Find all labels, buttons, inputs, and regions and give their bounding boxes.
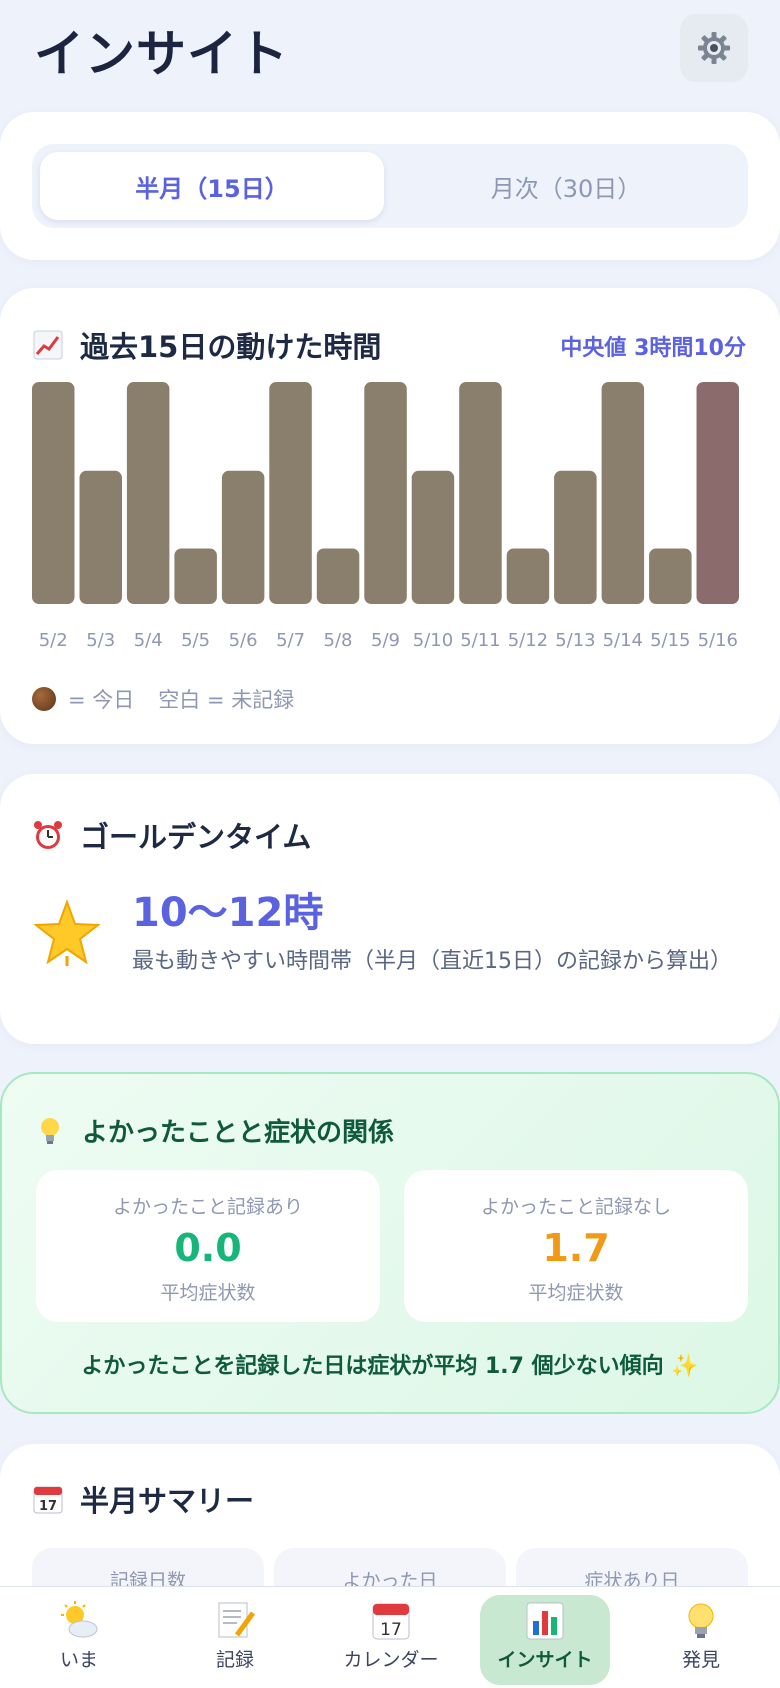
star-icon <box>33 899 101 966</box>
light-bulb-icon <box>688 1603 714 1638</box>
stat-with-value: 0.0 <box>174 1226 242 1270</box>
summary-title: 17 半月サマリー <box>32 1478 254 1520</box>
good-things-card: よかったことと症状の関係 よかったこと記録あり 0.0 平均症状数 よかったこと… <box>0 1072 780 1414</box>
legend-today: = 今日 <box>68 688 135 712</box>
settings-button[interactable] <box>680 14 748 82</box>
chart-bar-5/6 <box>221 470 265 604</box>
chart-bar-5/15 <box>649 548 692 604</box>
period-card: 半月（15日） 月次（30日） <box>0 112 780 260</box>
tab-monthly[interactable]: 月次（30日） <box>394 152 738 220</box>
tab-insight[interactable]: インサイト <box>480 1595 610 1685</box>
chart-tick-label: 5/14 <box>603 630 643 651</box>
tab-discover-label: 発見 <box>681 1649 720 1671</box>
activity-title-text: 過去15日の動けた時間 <box>80 330 382 364</box>
chart-tick-label: 5/8 <box>324 630 353 651</box>
tab-now[interactable]: いま <box>14 1595 144 1685</box>
chart-tick-label: 5/13 <box>555 630 595 651</box>
chart-tick-label: 5/16 <box>698 630 738 651</box>
chart-tick-label: 5/6 <box>229 630 258 651</box>
chart-bar-5/10 <box>411 470 455 604</box>
golden-time-description: 最も動きやすい時間帯（半月（直近15日）の記録から算出） <box>132 949 732 974</box>
chart-bar-5/13 <box>554 470 597 604</box>
chart-bar-5/16 <box>696 382 739 604</box>
chart-bar-5/4 <box>126 382 170 604</box>
chart-tick-label: 5/3 <box>86 630 115 651</box>
page-title: インサイト <box>34 25 289 83</box>
chart-tick-label: 5/12 <box>508 630 548 651</box>
chart-tick-label: 5/5 <box>181 630 210 651</box>
calendar-icon: 17 <box>372 1603 410 1640</box>
activity-card: 過去15日の動けた時間 中央値 3時間10分 5/2 5/3 5/4 5/5 5/6 5/… <box>0 288 780 744</box>
good-things-title: よかったことと症状の関係 <box>34 1112 394 1149</box>
calendar-icon: 17 <box>32 1483 64 1515</box>
tab-calendar[interactable]: 17 カレンダー <box>326 1595 456 1685</box>
chart-tick-label: 5/9 <box>371 630 400 651</box>
tab-calendar-label: カレンダー <box>343 1649 439 1671</box>
tab-insight-label: インサイト <box>497 1649 593 1671</box>
chart-increasing-icon <box>32 329 64 361</box>
bottom-tab-bar: いま 記録 17 カレンダー インサイト 発見 <box>0 1586 780 1688</box>
gear-icon <box>698 32 730 64</box>
tab-now-label: いま <box>59 1649 98 1671</box>
chart-tick-label: 5/2 <box>39 630 68 651</box>
good-things-message: よかったことを記録した日は症状が平均 1.7 個少ない傾向 ✨ <box>81 1354 699 1379</box>
chart-bar-5/12 <box>506 548 550 604</box>
chart-legend: = 今日 空白 = 未記録 <box>32 684 294 714</box>
chart-tick-label: 5/10 <box>413 630 453 651</box>
period-switch: 半月（15日） 月次（30日） <box>32 144 748 228</box>
stat-with-good-things: よかったこと記録あり 0.0 平均症状数 <box>36 1170 380 1322</box>
legend-blank: 空白 = 未記録 <box>158 688 295 712</box>
chart-bar-5/14 <box>601 382 645 604</box>
golden-time-card: ゴールデンタイム 10〜12時 最も動きやすい時間帯（半月（直近15日）の記録か… <box>0 774 780 1044</box>
summary-title-text: 半月サマリー <box>80 1484 255 1518</box>
tab-discover[interactable]: 発見 <box>636 1595 766 1685</box>
alarm-clock-icon <box>32 819 64 851</box>
memo-icon <box>218 1602 256 1638</box>
stat-without-sub: 平均症状数 <box>528 1282 624 1304</box>
chart-tick-label: 5/15 <box>650 630 690 651</box>
golden-time-title: ゴールデンタイム <box>32 814 311 856</box>
chart-tick-label: 5/4 <box>134 630 163 651</box>
chart-bar-5/2 <box>32 382 75 604</box>
chart-bar-5/5 <box>174 548 217 604</box>
bar-chart-icon <box>526 1602 564 1640</box>
good-things-title-text: よかったことと症状の関係 <box>82 1118 395 1148</box>
median-label: 中央値 3時間10分 <box>560 336 746 361</box>
tab-half-month[interactable]: 半月（15日） <box>40 152 384 220</box>
golden-time-value: 10〜12時 <box>132 890 324 936</box>
stat-without-good-things: よかったこと記録なし 1.7 平均症状数 <box>404 1170 748 1322</box>
activity-title: 過去15日の動けた時間 <box>32 324 381 366</box>
header: インサイト <box>0 0 780 100</box>
chart-bar-5/8 <box>316 548 360 604</box>
stat-with-label: よかったこと記録あり <box>112 1196 303 1218</box>
stat-with-sub: 平均症状数 <box>160 1282 256 1304</box>
activity-chart: 5/2 5/3 5/4 5/5 5/6 5/7 5/8 5/9 5/10 5/11 5/12 5/13… <box>32 382 739 651</box>
golden-time-title-text: ゴールデンタイム <box>80 820 312 854</box>
chart-bar-5/7 <box>269 382 312 604</box>
chart-tick-label: 5/7 <box>276 630 305 651</box>
chart-bar-5/3 <box>79 470 122 604</box>
chart-tick-label: 5/11 <box>460 630 500 651</box>
svg-text:17: 17 <box>380 1620 402 1640</box>
tab-record-label: 記録 <box>215 1649 254 1671</box>
sun-cloud-icon <box>61 1601 98 1638</box>
chart-bar-5/9 <box>364 382 407 604</box>
tab-record[interactable]: 記録 <box>170 1595 300 1685</box>
today-dot-icon <box>32 687 56 711</box>
svg-text:17: 17 <box>39 1499 57 1514</box>
stat-without-value: 1.7 <box>542 1226 610 1270</box>
chart-bar-5/11 <box>459 382 502 604</box>
stat-without-label: よかったこと記録なし <box>480 1196 671 1218</box>
light-bulb-icon <box>34 1115 66 1147</box>
